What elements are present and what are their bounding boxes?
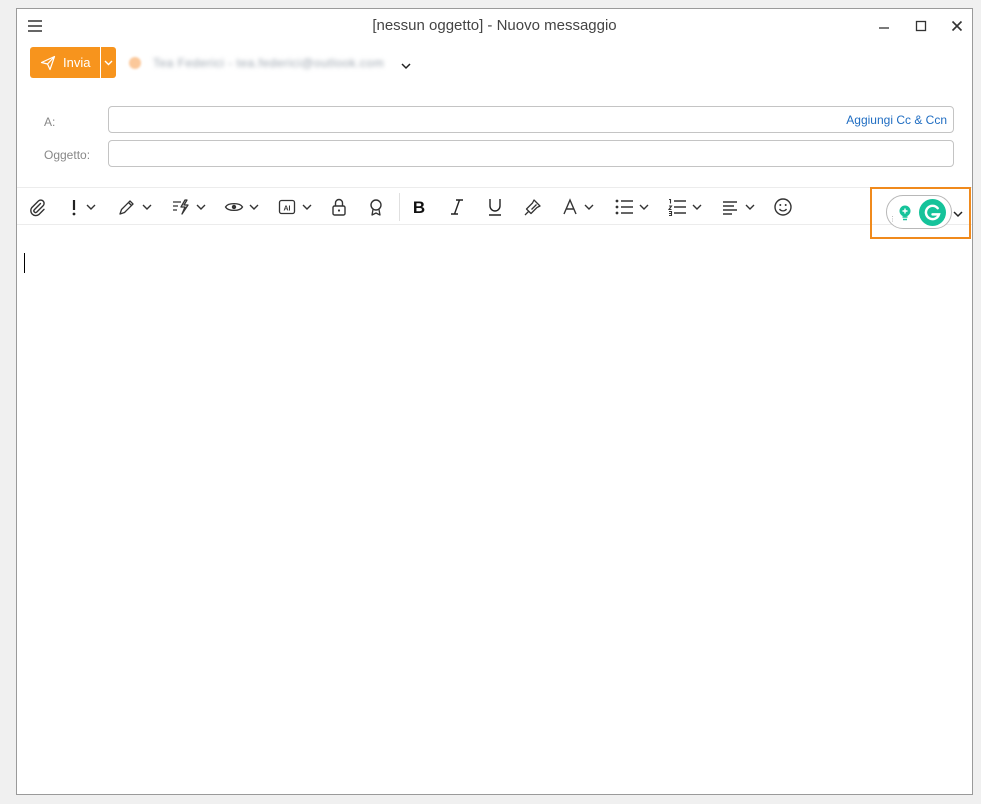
numbered-list-icon <box>667 198 686 217</box>
read-receipt-icon <box>224 202 244 212</box>
chevron-down-icon <box>249 204 259 210</box>
send-group: Invia <box>30 47 116 78</box>
chevron-down-icon <box>86 204 96 210</box>
certificate-button[interactable] <box>367 197 385 217</box>
priority-icon <box>72 200 76 216</box>
ai-assistant-button[interactable]: AI <box>277 197 312 217</box>
grammarly-button[interactable]: ⋮ <box>886 195 952 229</box>
svg-text:B: B <box>413 198 425 217</box>
templates-icon <box>173 199 189 215</box>
title-bar: [nessun oggetto] - Nuovo messaggio <box>17 9 972 43</box>
message-body-editor[interactable] <box>17 226 972 794</box>
minimize-icon[interactable] <box>869 14 899 38</box>
underline-icon <box>489 199 501 216</box>
subject-field[interactable] <box>108 140 954 167</box>
bold-button[interactable]: B <box>410 197 428 217</box>
priority-button[interactable] <box>67 197 96 217</box>
maximize-icon[interactable] <box>906 14 936 38</box>
send-icon <box>40 55 56 70</box>
bullet-list-icon <box>615 199 633 215</box>
chevron-down-icon <box>692 204 702 210</box>
align-button[interactable] <box>720 197 755 217</box>
chevron-down-icon <box>953 211 963 218</box>
send-options-dropdown[interactable] <box>101 47 116 78</box>
bullet-list-button[interactable] <box>614 197 649 217</box>
send-button[interactable]: Invia <box>30 47 100 78</box>
signature-button[interactable] <box>117 197 152 217</box>
compose-window: [nessun oggetto] - Nuovo messaggio Invia… <box>16 8 973 795</box>
format-toolbar: AI B <box>17 187 972 225</box>
format-painter-icon <box>524 199 541 216</box>
encrypt-button[interactable] <box>330 197 348 217</box>
to-field[interactable]: Aggiungi Cc & Ccn <box>108 106 954 133</box>
lightbulb-icon <box>899 205 911 221</box>
italic-icon <box>451 199 463 215</box>
font-color-icon <box>563 198 577 215</box>
grammarly-icon <box>919 199 946 226</box>
chevron-down-icon <box>745 204 755 210</box>
svg-text:AI: AI <box>284 206 291 213</box>
chevron-down-icon <box>104 60 113 65</box>
chevron-down-icon <box>142 204 152 210</box>
toolbar-divider <box>399 193 400 221</box>
to-label: A: <box>44 115 56 129</box>
format-painter-button[interactable] <box>523 197 543 217</box>
numbered-list-button[interactable] <box>667 197 702 217</box>
emoji-icon <box>774 198 792 216</box>
align-icon <box>723 201 737 215</box>
templates-button[interactable] <box>171 197 206 217</box>
add-cc-bcc-link[interactable]: Aggiungi Cc & Ccn <box>846 113 947 127</box>
encrypt-icon <box>332 198 346 216</box>
chevron-down-icon <box>584 204 594 210</box>
close-icon[interactable] <box>942 14 972 38</box>
certificate-icon <box>370 199 382 216</box>
from-account-text: Tea Federici - tea.federici@outlook.com <box>153 56 385 70</box>
window-title: [nessun oggetto] - Nuovo messaggio <box>372 17 617 34</box>
attach-button[interactable] <box>27 197 47 217</box>
send-label: Invia <box>63 55 91 70</box>
attach-icon <box>30 199 45 217</box>
chevron-down-icon <box>639 204 649 210</box>
chevron-down-icon <box>196 204 206 210</box>
bold-icon: B <box>413 198 425 217</box>
emoji-button[interactable] <box>773 197 793 217</box>
account-avatar <box>129 57 141 69</box>
from-account-selector[interactable]: Tea Federici - tea.federici@outlook.com <box>129 53 411 73</box>
signature-icon <box>119 200 134 215</box>
chevron-down-icon <box>401 57 411 75</box>
font-color-button[interactable] <box>561 197 594 217</box>
subject-label: Oggetto: <box>44 148 91 162</box>
ai-icon: AI <box>278 199 296 215</box>
italic-button[interactable] <box>448 197 466 217</box>
read-receipt-button[interactable] <box>224 197 259 217</box>
text-cursor <box>24 253 25 273</box>
chevron-down-icon <box>302 204 312 210</box>
grammarly-dropdown[interactable] <box>953 205 963 223</box>
drag-handle-icon[interactable]: ⋮ <box>889 216 896 223</box>
underline-button[interactable] <box>486 197 504 217</box>
